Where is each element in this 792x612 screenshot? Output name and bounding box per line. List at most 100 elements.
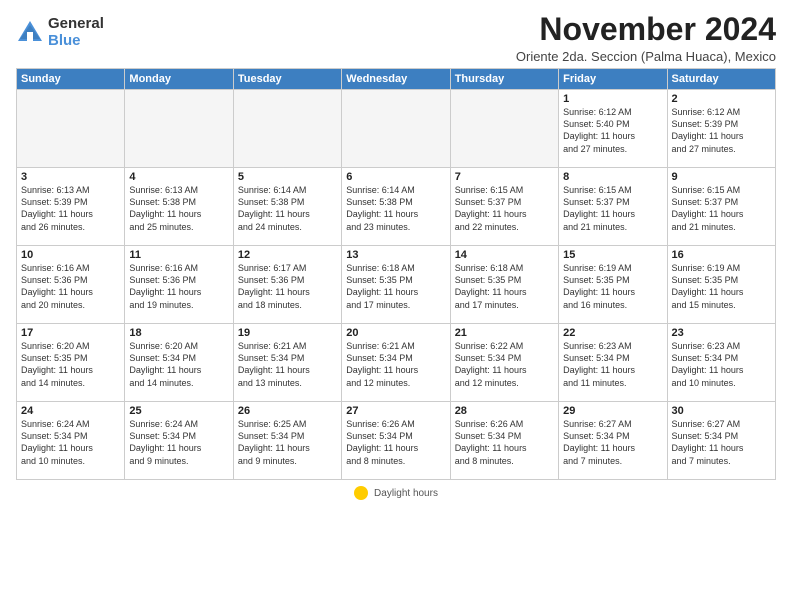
- day-number: 4: [129, 171, 228, 183]
- calendar-cell: 9Sunrise: 6:15 AM Sunset: 5:37 PM Daylig…: [667, 168, 775, 246]
- legend-sun-icon: [354, 486, 368, 500]
- calendar-cell: 18Sunrise: 6:20 AM Sunset: 5:34 PM Dayli…: [125, 324, 233, 402]
- day-number: 26: [238, 405, 337, 417]
- header: General Blue November 2024 Oriente 2da. …: [16, 12, 776, 64]
- calendar-cell: 14Sunrise: 6:18 AM Sunset: 5:35 PM Dayli…: [450, 246, 558, 324]
- calendar-cell: 10Sunrise: 6:16 AM Sunset: 5:36 PM Dayli…: [17, 246, 125, 324]
- calendar-week-row: 1Sunrise: 6:12 AM Sunset: 5:40 PM Daylig…: [17, 90, 776, 168]
- day-number: 13: [346, 249, 445, 261]
- calendar-cell: 8Sunrise: 6:15 AM Sunset: 5:37 PM Daylig…: [559, 168, 667, 246]
- calendar-table: SundayMondayTuesdayWednesdayThursdayFrid…: [16, 68, 776, 480]
- weekday-header-monday: Monday: [125, 69, 233, 90]
- day-info: Sunrise: 6:18 AM Sunset: 5:35 PM Dayligh…: [346, 262, 445, 311]
- calendar-cell: 3Sunrise: 6:13 AM Sunset: 5:39 PM Daylig…: [17, 168, 125, 246]
- weekday-header-saturday: Saturday: [667, 69, 775, 90]
- calendar-cell: 1Sunrise: 6:12 AM Sunset: 5:40 PM Daylig…: [559, 90, 667, 168]
- day-number: 7: [455, 171, 554, 183]
- day-info: Sunrise: 6:14 AM Sunset: 5:38 PM Dayligh…: [238, 184, 337, 233]
- day-info: Sunrise: 6:15 AM Sunset: 5:37 PM Dayligh…: [672, 184, 771, 233]
- day-number: 17: [21, 327, 120, 339]
- calendar-week-row: 3Sunrise: 6:13 AM Sunset: 5:39 PM Daylig…: [17, 168, 776, 246]
- day-info: Sunrise: 6:16 AM Sunset: 5:36 PM Dayligh…: [21, 262, 120, 311]
- day-info: Sunrise: 6:21 AM Sunset: 5:34 PM Dayligh…: [238, 340, 337, 389]
- day-number: 24: [21, 405, 120, 417]
- calendar-cell: 7Sunrise: 6:15 AM Sunset: 5:37 PM Daylig…: [450, 168, 558, 246]
- day-number: 15: [563, 249, 662, 261]
- day-info: Sunrise: 6:22 AM Sunset: 5:34 PM Dayligh…: [455, 340, 554, 389]
- day-number: 9: [672, 171, 771, 183]
- logo-text: General Blue: [48, 16, 104, 49]
- day-number: 16: [672, 249, 771, 261]
- calendar-cell: 26Sunrise: 6:25 AM Sunset: 5:34 PM Dayli…: [233, 402, 341, 480]
- day-info: Sunrise: 6:25 AM Sunset: 5:34 PM Dayligh…: [238, 418, 337, 467]
- day-number: 21: [455, 327, 554, 339]
- calendar-week-row: 10Sunrise: 6:16 AM Sunset: 5:36 PM Dayli…: [17, 246, 776, 324]
- weekday-header-row: SundayMondayTuesdayWednesdayThursdayFrid…: [17, 69, 776, 90]
- day-info: Sunrise: 6:17 AM Sunset: 5:36 PM Dayligh…: [238, 262, 337, 311]
- weekday-header-friday: Friday: [559, 69, 667, 90]
- day-info: Sunrise: 6:13 AM Sunset: 5:38 PM Dayligh…: [129, 184, 228, 233]
- calendar-cell: [17, 90, 125, 168]
- logo-general-text: General: [48, 16, 104, 33]
- calendar-cell: 16Sunrise: 6:19 AM Sunset: 5:35 PM Dayli…: [667, 246, 775, 324]
- logo: General Blue: [16, 16, 104, 49]
- calendar-cell: 2Sunrise: 6:12 AM Sunset: 5:39 PM Daylig…: [667, 90, 775, 168]
- calendar-cell: 25Sunrise: 6:24 AM Sunset: 5:34 PM Dayli…: [125, 402, 233, 480]
- day-number: 6: [346, 171, 445, 183]
- day-number: 18: [129, 327, 228, 339]
- title-block: November 2024 Oriente 2da. Seccion (Palm…: [516, 12, 776, 64]
- weekday-header-thursday: Thursday: [450, 69, 558, 90]
- subtitle: Oriente 2da. Seccion (Palma Huaca), Mexi…: [516, 49, 776, 64]
- day-info: Sunrise: 6:18 AM Sunset: 5:35 PM Dayligh…: [455, 262, 554, 311]
- day-number: 11: [129, 249, 228, 261]
- calendar-cell: [342, 90, 450, 168]
- day-info: Sunrise: 6:26 AM Sunset: 5:34 PM Dayligh…: [346, 418, 445, 467]
- calendar-cell: [125, 90, 233, 168]
- calendar-week-row: 17Sunrise: 6:20 AM Sunset: 5:35 PM Dayli…: [17, 324, 776, 402]
- day-info: Sunrise: 6:14 AM Sunset: 5:38 PM Dayligh…: [346, 184, 445, 233]
- day-info: Sunrise: 6:24 AM Sunset: 5:34 PM Dayligh…: [21, 418, 120, 467]
- day-number: 19: [238, 327, 337, 339]
- day-info: Sunrise: 6:23 AM Sunset: 5:34 PM Dayligh…: [672, 340, 771, 389]
- day-number: 8: [563, 171, 662, 183]
- calendar-cell: 17Sunrise: 6:20 AM Sunset: 5:35 PM Dayli…: [17, 324, 125, 402]
- day-info: Sunrise: 6:19 AM Sunset: 5:35 PM Dayligh…: [672, 262, 771, 311]
- logo-icon: [16, 19, 44, 47]
- day-info: Sunrise: 6:21 AM Sunset: 5:34 PM Dayligh…: [346, 340, 445, 389]
- day-info: Sunrise: 6:20 AM Sunset: 5:35 PM Dayligh…: [21, 340, 120, 389]
- day-number: 23: [672, 327, 771, 339]
- day-number: 2: [672, 93, 771, 105]
- calendar-cell: [450, 90, 558, 168]
- calendar-cell: 6Sunrise: 6:14 AM Sunset: 5:38 PM Daylig…: [342, 168, 450, 246]
- weekday-header-wednesday: Wednesday: [342, 69, 450, 90]
- calendar-cell: 27Sunrise: 6:26 AM Sunset: 5:34 PM Dayli…: [342, 402, 450, 480]
- day-info: Sunrise: 6:26 AM Sunset: 5:34 PM Dayligh…: [455, 418, 554, 467]
- day-info: Sunrise: 6:15 AM Sunset: 5:37 PM Dayligh…: [563, 184, 662, 233]
- calendar-cell: 11Sunrise: 6:16 AM Sunset: 5:36 PM Dayli…: [125, 246, 233, 324]
- day-info: Sunrise: 6:15 AM Sunset: 5:37 PM Dayligh…: [455, 184, 554, 233]
- day-info: Sunrise: 6:27 AM Sunset: 5:34 PM Dayligh…: [563, 418, 662, 467]
- day-number: 10: [21, 249, 120, 261]
- day-number: 5: [238, 171, 337, 183]
- legend: Daylight hours: [16, 486, 776, 500]
- day-number: 25: [129, 405, 228, 417]
- day-number: 1: [563, 93, 662, 105]
- calendar-cell: 21Sunrise: 6:22 AM Sunset: 5:34 PM Dayli…: [450, 324, 558, 402]
- day-number: 14: [455, 249, 554, 261]
- page: General Blue November 2024 Oriente 2da. …: [0, 0, 792, 612]
- day-info: Sunrise: 6:12 AM Sunset: 5:40 PM Dayligh…: [563, 106, 662, 155]
- calendar-week-row: 24Sunrise: 6:24 AM Sunset: 5:34 PM Dayli…: [17, 402, 776, 480]
- day-info: Sunrise: 6:24 AM Sunset: 5:34 PM Dayligh…: [129, 418, 228, 467]
- calendar-cell: 30Sunrise: 6:27 AM Sunset: 5:34 PM Dayli…: [667, 402, 775, 480]
- day-info: Sunrise: 6:23 AM Sunset: 5:34 PM Dayligh…: [563, 340, 662, 389]
- month-title: November 2024: [516, 12, 776, 47]
- legend-label: Daylight hours: [374, 488, 438, 499]
- day-info: Sunrise: 6:16 AM Sunset: 5:36 PM Dayligh…: [129, 262, 228, 311]
- calendar-cell: 29Sunrise: 6:27 AM Sunset: 5:34 PM Dayli…: [559, 402, 667, 480]
- calendar-cell: 12Sunrise: 6:17 AM Sunset: 5:36 PM Dayli…: [233, 246, 341, 324]
- weekday-header-tuesday: Tuesday: [233, 69, 341, 90]
- day-info: Sunrise: 6:19 AM Sunset: 5:35 PM Dayligh…: [563, 262, 662, 311]
- weekday-header-sunday: Sunday: [17, 69, 125, 90]
- day-info: Sunrise: 6:12 AM Sunset: 5:39 PM Dayligh…: [672, 106, 771, 155]
- calendar-cell: 24Sunrise: 6:24 AM Sunset: 5:34 PM Dayli…: [17, 402, 125, 480]
